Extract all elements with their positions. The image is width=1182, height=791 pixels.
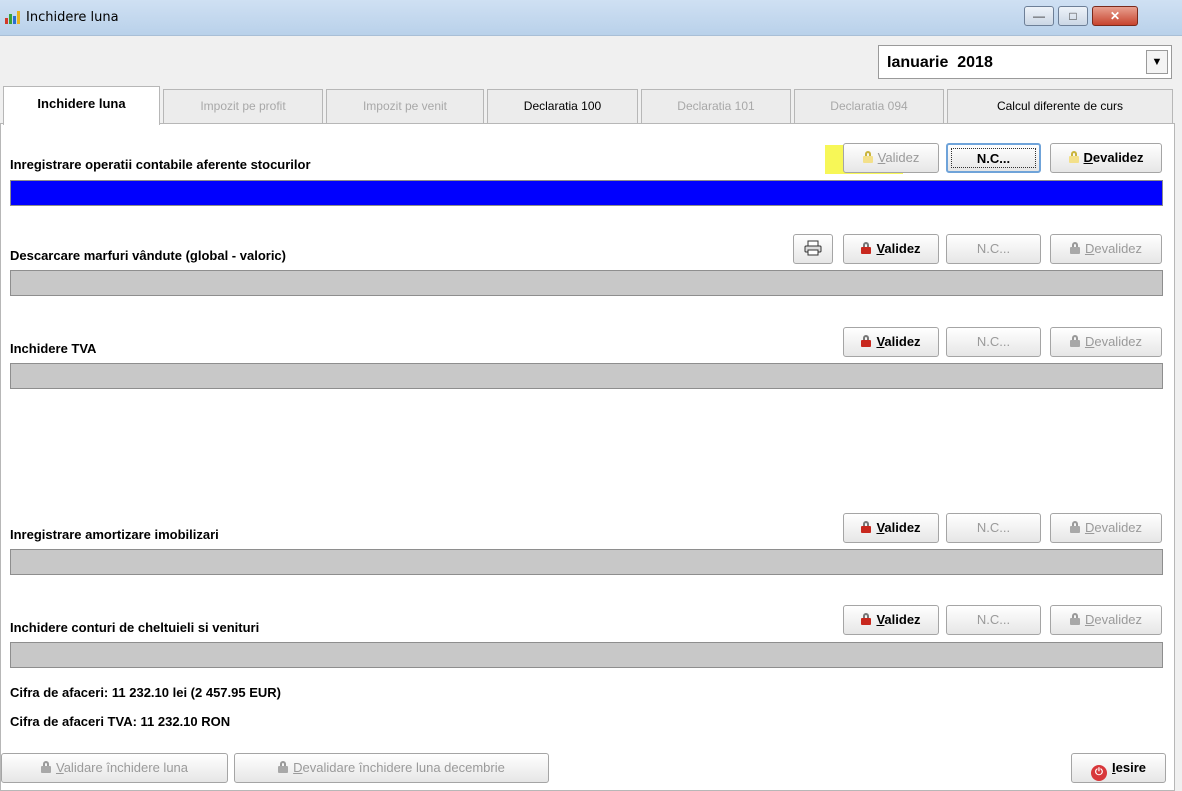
validare-inchidere-luna-button[interactable]: Validare închidere luna (1, 753, 228, 783)
cifra-afaceri-tva-text: Cifra de afaceri TVA: 11 232.10 RON (10, 714, 231, 729)
unlock-icon (1068, 151, 1079, 163)
close-icon: ✕ (1109, 9, 1121, 23)
tab-impozit-venit[interactable]: Impozit pe venit (326, 89, 484, 124)
lock-icon (862, 151, 873, 163)
tab-declaratia-100[interactable]: Declaratia 100 (487, 89, 638, 124)
section-label-tva: Inchidere TVA (10, 341, 97, 356)
nc-button-marfuri[interactable]: N.C... (946, 234, 1041, 264)
section-label-amortizare: Inregistrare amortizare imobilizari (10, 527, 219, 542)
unlock-icon (1069, 613, 1080, 625)
validez-button-cheltuieli[interactable]: Validez (843, 605, 939, 635)
section-label-stocuri: Inregistrare operatii contabile aferente… (10, 157, 311, 172)
unlock-icon (1069, 335, 1080, 347)
nc-button-cheltuieli[interactable]: N.C... (946, 605, 1041, 635)
lock-icon (861, 613, 872, 625)
close-window-button[interactable]: ✕ (1092, 6, 1138, 26)
devalidez-button-amortizare[interactable]: Devalidez (1050, 513, 1162, 543)
lock-icon (861, 521, 872, 533)
printer-icon (804, 240, 822, 256)
validez-button-tva[interactable]: Validez (843, 327, 939, 357)
unlock-icon (1069, 521, 1080, 533)
progress-bar-amortizare (10, 549, 1163, 575)
validez-button-marfuri[interactable]: Validez (843, 234, 939, 264)
devalidez-button-marfuri[interactable]: Devalidez (1050, 234, 1162, 264)
devalidare-inchidere-luna-button[interactable]: Devalidare închidere luna decembrie (234, 753, 549, 783)
month-select[interactable]: Ianuarie 2018 ▼ (878, 45, 1172, 79)
title-bar: Inchidere luna — □ ✕ (0, 0, 1182, 36)
progress-bar-tva (10, 363, 1163, 389)
devalidez-button-tva[interactable]: Devalidez (1050, 327, 1162, 357)
progress-bar-stocuri (10, 180, 1163, 206)
tab-strip: Inchidere luna Impozit pe profit Impozit… (0, 86, 1182, 125)
lock-icon (861, 242, 872, 254)
maximize-icon: □ (1069, 9, 1077, 23)
validez-button-amortizare[interactable]: Validez (843, 513, 939, 543)
unlock-icon (278, 761, 289, 773)
month-select-value: Ianuarie 2018 (887, 54, 993, 71)
section-label-cheltuieli-venituri: Inchidere conturi de cheltuieli si venit… (10, 620, 260, 635)
devalidez-button-stocuri[interactable]: Devalidez (1050, 143, 1162, 173)
nc-button-tva[interactable]: N.C... (946, 327, 1041, 357)
validez-button-stocuri[interactable]: Validez (843, 143, 939, 173)
iesire-button[interactable]: ⏻ Iesire (1071, 753, 1166, 783)
tab-declaratia-101[interactable]: Declaratia 101 (641, 89, 791, 124)
power-icon: ⏻ (1091, 765, 1107, 781)
tab-impozit-profit[interactable]: Impozit pe profit (163, 89, 323, 124)
progress-fill (11, 181, 1162, 205)
window-title: Inchidere luna (26, 10, 119, 25)
minimize-icon: — (1033, 9, 1045, 23)
progress-bar-marfuri (10, 270, 1163, 296)
tab-declaratia-094[interactable]: Declaratia 094 (794, 89, 944, 124)
progress-bar-cheltuieli (10, 642, 1163, 668)
tab-calcul-diferente-curs[interactable]: Calcul diferente de curs (947, 89, 1173, 124)
devalidez-button-cheltuieli[interactable]: Devalidez (1050, 605, 1162, 635)
nc-button-amortizare[interactable]: N.C... (946, 513, 1041, 543)
chevron-down-icon[interactable]: ▼ (1146, 50, 1168, 74)
print-button[interactable] (793, 234, 833, 264)
nc-button-stocuri[interactable]: N.C... (946, 143, 1041, 173)
unlock-icon (1069, 242, 1080, 254)
minimize-button[interactable]: — (1024, 6, 1054, 26)
lock-icon (40, 761, 51, 773)
section-label-marfuri: Descarcare marfuri vândute (global - val… (10, 248, 286, 263)
lock-icon (861, 335, 872, 347)
maximize-button[interactable]: □ (1058, 6, 1088, 26)
app-chart-icon (5, 11, 20, 24)
cifra-afaceri-text: Cifra de afaceri: 11 232.10 lei (2 457.9… (10, 685, 281, 700)
tab-inchidere-luna[interactable]: Inchidere luna (3, 86, 160, 125)
